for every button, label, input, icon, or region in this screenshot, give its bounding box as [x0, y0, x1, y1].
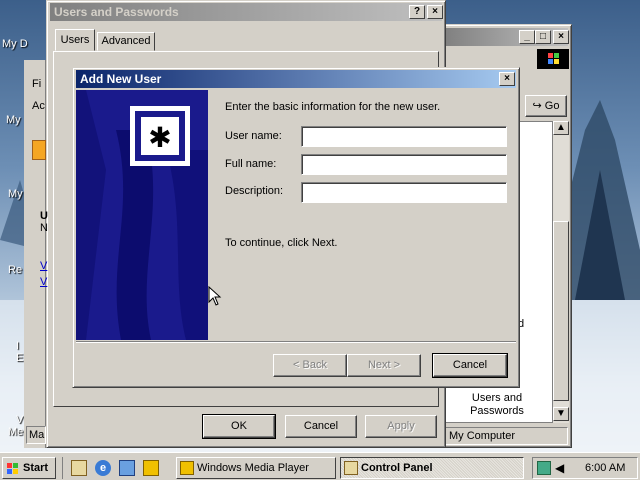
- cancel-button[interactable]: Cancel: [432, 353, 508, 378]
- desktop-icon-label[interactable]: E: [16, 352, 23, 364]
- scroll-up-button[interactable]: ▲: [553, 121, 569, 135]
- windows-logo-icon: [537, 49, 569, 69]
- back-button[interactable]: < Back: [273, 354, 347, 377]
- partial-text: V: [40, 260, 48, 272]
- go-button[interactable]: ↪ Go: [525, 95, 567, 117]
- close-button[interactable]: ×: [427, 5, 443, 19]
- wizard-banner-image: ✱: [76, 90, 208, 340]
- windows-flag-icon: [7, 463, 18, 474]
- wizard-separator: [76, 341, 516, 343]
- system-tray: ◀ 6:00 AM: [532, 457, 638, 479]
- cancel-button[interactable]: Cancel: [285, 415, 357, 438]
- task-control-panel[interactable]: Control Panel: [340, 457, 524, 479]
- close-button[interactable]: ×: [499, 72, 515, 86]
- desktop-icon-label[interactable]: I: [16, 340, 19, 352]
- mouse-cursor-icon: [208, 286, 222, 306]
- show-desktop-icon[interactable]: [71, 460, 87, 476]
- full-name-input[interactable]: [301, 154, 507, 175]
- wizard-title: Add New User: [80, 72, 162, 86]
- wizard-intro-text: Enter the basic information for the new …: [225, 101, 441, 113]
- network-icon[interactable]: [537, 461, 551, 475]
- continue-instruction: To continue, click Next.: [225, 237, 338, 249]
- description-label: Description:: [225, 185, 284, 197]
- next-button[interactable]: Next >: [347, 354, 421, 377]
- desktop-icon-label[interactable]: My D: [2, 38, 28, 50]
- status-bar: My Computer: [444, 427, 568, 445]
- partial-text: Ac: [32, 100, 45, 112]
- users-dialog-left-strip: Fi Ac U N V V Ma: [24, 60, 48, 448]
- status-text: My Computer: [449, 430, 516, 442]
- desktop-icon-label[interactable]: My: [8, 188, 23, 200]
- desktop-icon-label[interactable]: My: [6, 114, 21, 126]
- scroll-down-button[interactable]: ▼: [553, 407, 569, 421]
- media-player-icon[interactable]: [143, 460, 159, 476]
- status-fragment: Ma: [26, 426, 46, 444]
- start-button[interactable]: Start: [2, 457, 56, 479]
- partial-text: N: [40, 222, 48, 234]
- help-button[interactable]: ?: [409, 5, 425, 19]
- internet-explorer-icon[interactable]: e: [95, 460, 111, 476]
- taskbar: Start e Windows Media Player Control Pan…: [0, 452, 640, 480]
- users-passwords-title: Users and Passwords: [54, 5, 179, 19]
- tab-users[interactable]: Users: [55, 29, 95, 51]
- full-name-label: Full name:: [225, 158, 277, 170]
- ok-button[interactable]: OK: [202, 414, 276, 439]
- vertical-scrollbar[interactable]: ▲ ▼: [553, 121, 569, 423]
- minimize-button[interactable]: _: [519, 30, 535, 44]
- user-name-input[interactable]: [301, 126, 507, 147]
- partial-text: Fi: [32, 78, 42, 90]
- task-windows-media-player[interactable]: Windows Media Player: [176, 457, 336, 479]
- desktop-icon-label[interactable]: Re: [8, 264, 22, 276]
- wizard-titlebar: Add New User: [76, 70, 516, 88]
- close-button[interactable]: ×: [553, 30, 569, 44]
- maximize-button[interactable]: □: [535, 30, 551, 44]
- media-player-icon: [180, 461, 194, 475]
- quick-launch: e: [62, 457, 170, 479]
- scroll-thumb[interactable]: [553, 221, 569, 401]
- add-new-user-wizard: Add New User × ✱ Enter the basic informa…: [72, 67, 520, 388]
- partial-text: V: [40, 276, 48, 288]
- users-small-icon: [32, 140, 46, 160]
- clock: 6:00 AM: [585, 462, 626, 474]
- volume-icon[interactable]: ◀: [555, 461, 569, 475]
- desktop-icon-label[interactable]: V: [16, 414, 23, 426]
- outlook-express-icon[interactable]: [119, 460, 135, 476]
- desktop-icon-label[interactable]: Me: [8, 426, 23, 438]
- control-panel-icon: [344, 461, 358, 475]
- apply-button[interactable]: Apply: [365, 415, 437, 438]
- svg-text:✱: ✱: [148, 121, 171, 154]
- user-name-label: User name:: [225, 130, 282, 142]
- users-passwords-titlebar: Users and Passwords: [50, 3, 442, 21]
- go-arrow-icon: ↪: [532, 100, 542, 112]
- partial-text: U: [40, 210, 48, 222]
- users-passwords-item-label[interactable]: Users and Passwords: [462, 392, 532, 418]
- tab-advanced[interactable]: Advanced: [97, 32, 155, 51]
- description-input[interactable]: [301, 182, 507, 203]
